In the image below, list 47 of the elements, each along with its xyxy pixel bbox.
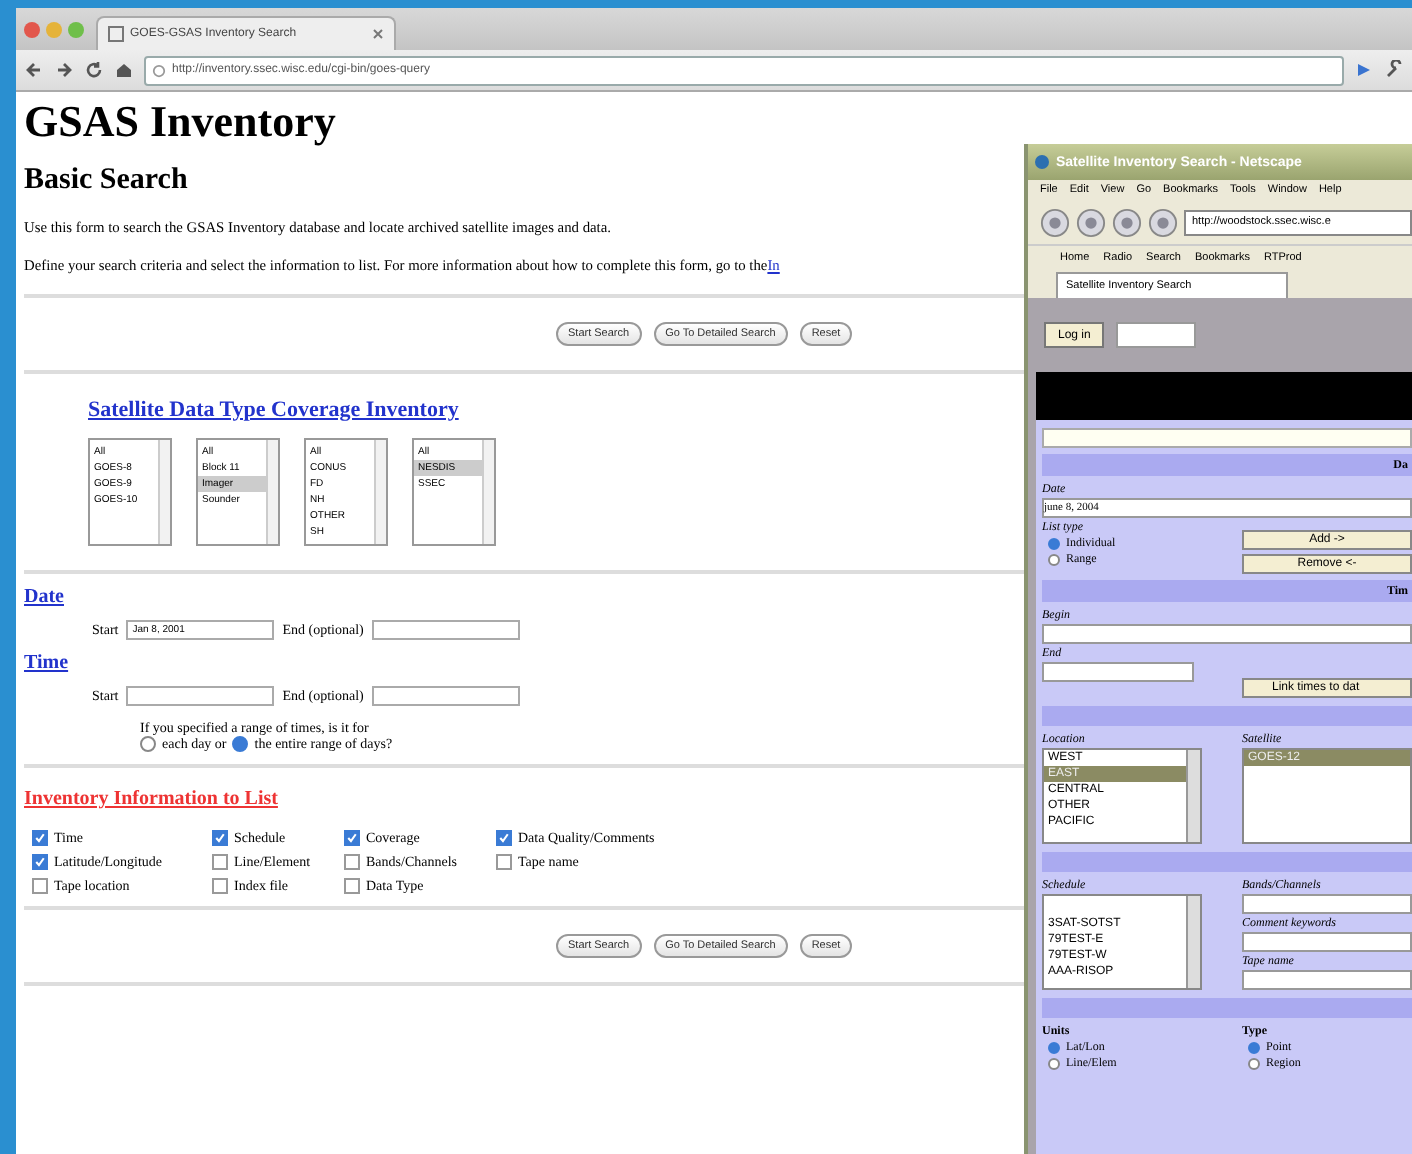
- close-icon[interactable]: [372, 28, 384, 40]
- end-time-field[interactable]: [371, 686, 520, 706]
- nav-button-icon[interactable]: [1076, 207, 1106, 237]
- radio-button[interactable]: [1048, 1058, 1060, 1070]
- checkbox[interactable]: [496, 854, 512, 870]
- list-heading: Inventory Information to List: [24, 788, 278, 810]
- page-title: GSAS Inventory: [24, 96, 336, 148]
- wrench-icon[interactable]: [1384, 60, 1404, 80]
- checkbox[interactable]: [212, 830, 228, 846]
- radio-button[interactable]: [1048, 538, 1060, 550]
- radio-button[interactable]: [1248, 1058, 1260, 1070]
- section-title: Basic Search: [24, 164, 188, 198]
- radio-button[interactable]: [140, 736, 156, 752]
- nav-button-icon[interactable]: [1112, 207, 1142, 237]
- radio-button[interactable]: [1048, 554, 1060, 566]
- start-time-field[interactable]: [126, 686, 275, 706]
- end-field[interactable]: [1042, 662, 1194, 682]
- checkbox[interactable]: [212, 854, 228, 870]
- time-heading: Time: [24, 652, 69, 674]
- radio-button[interactable]: [1048, 1042, 1060, 1054]
- comment-field[interactable]: [1242, 932, 1412, 952]
- nav-button-icon[interactable]: [1040, 207, 1070, 237]
- checkbox[interactable]: [32, 854, 48, 870]
- checkbox[interactable]: [212, 878, 228, 894]
- tape-field[interactable]: [1242, 970, 1412, 990]
- radio-button[interactable]: [1248, 1042, 1260, 1054]
- checkbox[interactable]: [344, 878, 360, 894]
- home-icon[interactable]: [114, 60, 134, 80]
- coverage-link[interactable]: Satellite Data Type Coverage Inventory: [88, 398, 459, 422]
- end-date-field[interactable]: [371, 620, 520, 640]
- app-icon: [1034, 154, 1050, 170]
- reload-icon[interactable]: [84, 60, 104, 80]
- date-heading: Date: [24, 586, 64, 608]
- forward-icon[interactable]: [54, 60, 74, 80]
- checkbox[interactable]: [496, 830, 512, 846]
- checkbox[interactable]: [32, 830, 48, 846]
- window-controls-icon[interactable]: [24, 21, 84, 37]
- back-icon[interactable]: [24, 60, 44, 80]
- text-field[interactable]: [1042, 428, 1412, 448]
- nav-button-icon[interactable]: [1148, 207, 1178, 237]
- begin-field[interactable]: [1042, 624, 1412, 644]
- checkbox[interactable]: [32, 878, 48, 894]
- checkbox[interactable]: [344, 854, 360, 870]
- radio-button[interactable]: [232, 736, 249, 752]
- bands-field[interactable]: [1242, 894, 1412, 914]
- login-field[interactable]: [1116, 322, 1197, 348]
- checkbox[interactable]: [344, 830, 360, 846]
